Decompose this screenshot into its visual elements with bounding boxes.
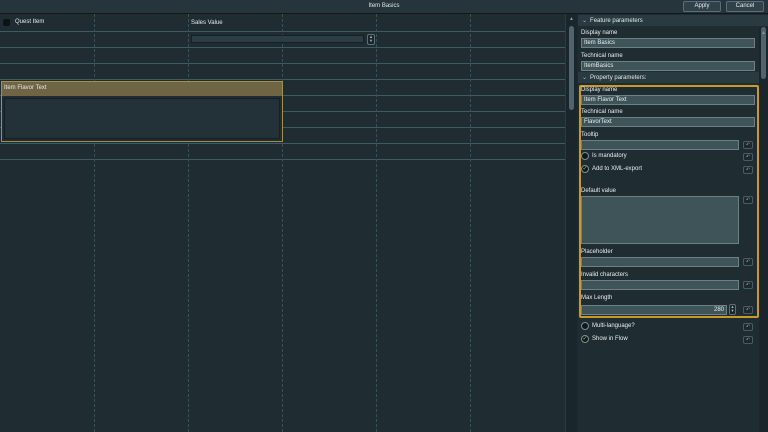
grid-column-guide	[376, 14, 377, 432]
default-value-reset-icon[interactable]: ↶	[743, 196, 753, 204]
feature-technical-name-label: Technical name	[581, 53, 623, 59]
placeholder-input[interactable]	[581, 257, 739, 267]
grid-column-guide	[94, 14, 95, 432]
apply-button[interactable]: Apply	[683, 1, 721, 12]
property-technical-name-label: Technical name	[581, 109, 623, 115]
spin-down-icon[interactable]: ▼	[730, 309, 735, 313]
max-length-stepper[interactable]: ▲ ▼	[729, 304, 736, 315]
feature-parameters-title: Feature parameters	[590, 18, 643, 24]
xml-export-reset-icon[interactable]: ↶	[743, 166, 753, 174]
property-technical-name-input[interactable]: FlavorText	[581, 117, 755, 127]
show-in-flow-label: Show in Flow	[592, 336, 628, 342]
flavor-text-header[interactable]: Item Flavor Text	[1, 81, 283, 96]
flavor-text-field[interactable]	[1, 96, 283, 142]
xml-export-label: Add to XML-export	[592, 166, 643, 172]
properties-panel: ⌄ Feature parameters Display name Item Ba…	[578, 14, 768, 432]
panel-scrollbar[interactable]: ▲	[759, 27, 768, 432]
sales-value-label: Sales Value	[191, 20, 223, 26]
is-mandatory-label: Is mandatory	[592, 153, 627, 159]
invalid-characters-input[interactable]	[581, 280, 739, 290]
property-parameters-title: Property parameters:	[590, 75, 647, 81]
form-canvas[interactable]: Quest Item Sales Value ▲ ▼ Item Flavor T…	[0, 14, 565, 432]
default-value-label: Default value	[581, 188, 617, 194]
feature-display-name-input[interactable]: Item Basics	[581, 38, 755, 48]
tooltip-label: Tooltip	[581, 132, 599, 138]
spin-down-icon[interactable]: ▼	[368, 39, 374, 43]
sales-value-input[interactable]	[191, 35, 364, 43]
feature-display-name-label: Display name	[581, 30, 618, 36]
canvas-scrollbar[interactable]: ▲	[565, 14, 577, 432]
grid-column-guide	[282, 14, 283, 432]
show-in-flow-checkbox[interactable]: ✓	[581, 335, 589, 343]
scroll-up-icon[interactable]: ▲	[761, 30, 766, 36]
max-length-label: Max Length	[581, 295, 613, 301]
invalid-characters-label: Invalid characters	[581, 272, 629, 278]
quest-item-checkbox[interactable]	[3, 19, 10, 26]
title-bar: Item Basics Apply Cancel	[0, 0, 768, 14]
property-display-name-input[interactable]: Item Flavor Text	[581, 95, 755, 105]
check-icon: ✓	[582, 166, 588, 172]
flavor-text-area[interactable]	[4, 98, 280, 139]
window-title: Item Basics	[368, 3, 400, 9]
placeholder-reset-icon[interactable]: ↶	[743, 258, 753, 266]
max-length-reset-icon[interactable]: ↶	[743, 306, 753, 314]
show-in-flow-reset-icon[interactable]: ↶	[743, 336, 753, 344]
cancel-button[interactable]: Cancel	[726, 1, 764, 12]
property-display-name-label: Display name	[581, 87, 618, 93]
feature-parameters-header[interactable]: ⌄ Feature parameters	[578, 15, 768, 26]
tooltip-input[interactable]	[581, 140, 739, 150]
placeholder-label: Placeholder	[581, 249, 613, 255]
is-mandatory-checkbox[interactable]	[581, 152, 589, 160]
invalid-characters-reset-icon[interactable]: ↶	[743, 281, 753, 289]
flavor-text-label: Item Flavor Text	[4, 85, 47, 91]
max-length-input[interactable]: 280	[581, 305, 727, 315]
grid-column-guide	[188, 14, 189, 432]
grid-column-guide	[470, 14, 471, 432]
default-value-textarea[interactable]	[581, 196, 739, 244]
multi-language-label: Multi-language?	[592, 323, 635, 329]
property-parameters-header[interactable]: ⌄ Property parameters:	[578, 72, 768, 83]
check-icon: ✓	[582, 336, 588, 342]
sales-value-stepper[interactable]: ▲ ▼	[367, 34, 375, 45]
scroll-up-icon[interactable]: ▲	[569, 16, 574, 22]
chevron-down-icon[interactable]: ⌄	[582, 18, 587, 24]
xml-export-checkbox[interactable]: ✓	[581, 165, 589, 173]
multi-language-reset-icon[interactable]: ↶	[743, 323, 753, 331]
multi-language-checkbox[interactable]	[581, 322, 589, 330]
scrollbar-thumb[interactable]	[569, 26, 574, 110]
is-mandatory-reset-icon[interactable]: ↶	[743, 153, 753, 161]
quest-item-label: Quest Item	[15, 19, 45, 25]
chevron-down-icon[interactable]: ⌄	[582, 75, 587, 81]
tooltip-reset-icon[interactable]: ↶	[743, 141, 753, 149]
feature-technical-name-input[interactable]: ItemBasics	[581, 61, 755, 71]
